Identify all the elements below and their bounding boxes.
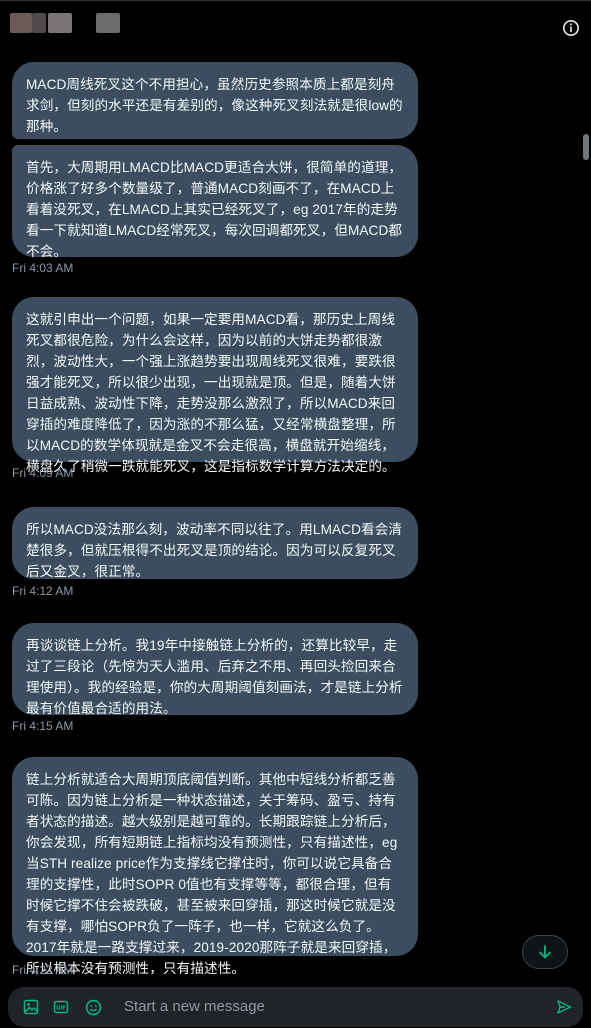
message-timestamp: Fri 4:03 AM [12, 261, 74, 275]
message-timestamp: Fri 4:12 AM [12, 584, 74, 598]
message-thread[interactable]: MACD周线死叉这个不用担心，虽然历史参照本质上都是刻舟求剑，但刻的水平还是有差… [0, 52, 591, 987]
composer-area: GIF [0, 987, 591, 1028]
arrow-down-icon [539, 945, 551, 959]
avatar[interactable] [10, 13, 32, 33]
emoji-icon[interactable] [84, 998, 102, 1016]
message-text: 所以MACD没法那么刻，波动率不同以往了。用LMACD看会清楚很多，但就压根得不… [26, 522, 403, 579]
send-icon[interactable] [555, 998, 573, 1016]
message-bubble[interactable]: 链上分析就适合大周期顶底阈值判断。其他中短线分析都乏善可陈。因为链上分析是一种状… [12, 757, 418, 976]
scrollbar[interactable] [581, 52, 591, 987]
redacted-name [32, 13, 46, 33]
message-bubble[interactable]: 再谈谈链上分析。我19年中接触链上分析的，还算比较早，走过了三段论（先惊为天人滥… [12, 623, 418, 716]
image-icon[interactable] [22, 998, 40, 1016]
svg-text:GIF: GIF [56, 1006, 66, 1012]
message-timestamp: Fri 4:22 AM [12, 963, 74, 977]
message-text: 首先，大周期用LMACD比MACD更适合大饼，很简单的道理，价格涨了好多个数量级… [26, 160, 403, 259]
gif-icon[interactable]: GIF [52, 998, 70, 1016]
message-timestamp: Fri 4:09 AM [12, 466, 74, 480]
message-text: 这就引申出一个问题，如果一定要用MACD看，那历史上周线死叉都很危险，为什么会这… [26, 312, 396, 474]
message-bubble[interactable]: 所以MACD没法那么刻，波动率不同以往了。用LMACD看会清楚很多，但就压根得不… [12, 507, 418, 579]
message-text: 再谈谈链上分析。我19年中接触链上分析的，还算比较早，走过了三段论（先惊为天人滥… [26, 638, 403, 716]
message-timestamp: Fri 4:15 AM [12, 719, 74, 733]
conversation-header [0, 0, 591, 53]
scroll-down-button[interactable] [522, 935, 568, 969]
info-icon[interactable] [560, 17, 582, 39]
message-text: 链上分析就适合大周期顶底阈值判断。其他中短线分析都乏善可陈。因为链上分析是一种状… [26, 772, 398, 976]
redacted-handle [96, 13, 120, 33]
redacted-name [48, 13, 72, 33]
message-text: MACD周线死叉这个不用担心，虽然历史参照本质上都是刻舟求剑，但刻的水平还是有差… [26, 77, 403, 134]
scrollbar-thumb[interactable] [583, 134, 589, 160]
message-composer: GIF [8, 987, 583, 1027]
message-input[interactable] [124, 998, 524, 1015]
message-bubble[interactable]: 首先，大周期用LMACD比MACD更适合大饼，很简单的道理，价格涨了好多个数量级… [12, 145, 418, 259]
message-bubble[interactable]: 这就引申出一个问题，如果一定要用MACD看，那历史上周线死叉都很危险，为什么会这… [12, 297, 418, 474]
message-bubble[interactable]: MACD周线死叉这个不用担心，虽然历史参照本质上都是刻舟求剑，但刻的水平还是有差… [12, 62, 418, 139]
